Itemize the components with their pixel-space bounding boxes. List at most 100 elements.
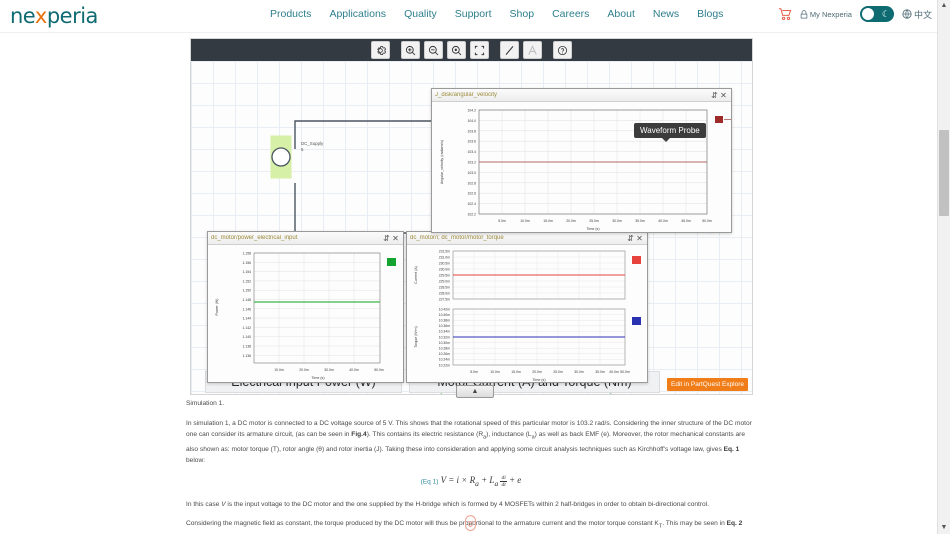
settings-gear-icon[interactable]: [371, 41, 390, 59]
help-icon[interactable]: [553, 41, 572, 59]
svg-text:1.146: 1.146: [243, 307, 252, 311]
zoom-in-icon[interactable]: [401, 41, 420, 59]
globe-icon: [902, 9, 912, 19]
scroll-up-arrow[interactable]: ▲: [940, 2, 948, 10]
dark-mode-toggle[interactable]: ☾: [859, 6, 894, 22]
logo-accent-x: x: [34, 4, 47, 28]
svg-text:10.38m: 10.38m: [439, 319, 450, 323]
nav-item-about[interactable]: About: [607, 8, 634, 20]
simulator-toolbar: [191, 39, 752, 61]
svg-text:30.0m: 30.0m: [324, 368, 334, 372]
chart-body-current-torque: 231.5m 231.0m 230.5m 230.0m 229.5m 229.0…: [407, 245, 647, 383]
svg-text:104.0: 104.0: [468, 119, 477, 123]
svg-text:10.42m: 10.42m: [439, 307, 450, 311]
svg-text:Time (s): Time (s): [586, 227, 599, 231]
close-icon[interactable]: ✕: [391, 234, 400, 243]
fit-to-screen-icon[interactable]: [470, 41, 489, 59]
svg-text:50.0m: 50.0m: [374, 368, 384, 372]
chart-plot-current-torque: 231.5m 231.0m 230.5m 230.0m 229.5m 229.0…: [414, 249, 641, 382]
scrollbar-thumb[interactable]: [939, 130, 949, 216]
article-heading: Simulation 1.: [186, 400, 225, 407]
svg-text:10.40m: 10.40m: [439, 313, 450, 317]
nav-item-shop[interactable]: Shop: [510, 8, 535, 20]
svg-text:103.4: 103.4: [468, 150, 477, 154]
nav-item-products[interactable]: Products: [270, 8, 311, 20]
zoom-reset-icon[interactable]: [447, 41, 466, 59]
browser-scrollbar[interactable]: ▲ ▼: [937, 0, 950, 534]
nexperia-logo[interactable]: nexperia: [10, 4, 98, 28]
annotation-text-icon[interactable]: [523, 41, 542, 59]
nav-item-quality[interactable]: Quality: [404, 8, 437, 20]
svg-text:230.5m: 230.5m: [439, 261, 450, 265]
nav-item-blogs[interactable]: Blogs: [697, 8, 723, 20]
language-selector[interactable]: 中文: [902, 8, 932, 21]
svg-text:Time (s): Time (s): [311, 376, 324, 380]
equation-1-body: V = i × Ra + La di dt + e: [440, 474, 522, 489]
pin-icon[interactable]: ⇵: [382, 234, 391, 243]
svg-text:104.2: 104.2: [468, 109, 477, 113]
svg-text:1.156: 1.156: [243, 261, 252, 265]
nav-item-news[interactable]: News: [653, 8, 679, 20]
close-icon[interactable]: ✕: [719, 91, 728, 100]
simulator-canvas[interactable]: + − DC_Supply 5 DC_Motor J_disk: [191, 61, 752, 394]
chart-title-angular-velocity: J_disk/angular_velocity: [435, 92, 498, 98]
moon-icon: ☾: [881, 9, 890, 19]
svg-text:40.0m: 40.0m: [658, 219, 668, 223]
legend-swatch-torque: [632, 317, 641, 325]
svg-text:40.0m: 40.0m: [349, 368, 359, 372]
chart-plot-power-input: 1.158 1.156 1.154 1.152 1.150 1.148 1.14…: [215, 252, 396, 380]
nav-item-applications[interactable]: Applications: [329, 8, 386, 20]
chart-window-current-torque[interactable]: dc_motor/i; dc_motor/motor_torque ⇵ ✕ 23…: [406, 231, 648, 383]
chart-window-power-input[interactable]: dc_motor/power_electrical_input ⇵ ✕ 1.15…: [207, 231, 404, 383]
svg-text:30.0m: 30.0m: [574, 370, 584, 374]
equation-1: (Eq 1) V = i × Ra + La di dt + e: [186, 475, 756, 490]
edit-in-partquest-button[interactable]: Edit in PartQuest Explore: [667, 378, 748, 391]
zoom-out-icon[interactable]: [424, 41, 443, 59]
svg-text:50.0m: 50.0m: [702, 219, 712, 223]
svg-text:103.6: 103.6: [468, 140, 477, 144]
chart-window-angular-velocity[interactable]: J_disk/angular_velocity ⇵ ✕ 104.2 104.0 …: [431, 88, 732, 233]
main-navigation: Products Applications Quality Support Sh…: [270, 8, 723, 20]
article-body: Simulation 1. In simulation 1, a DC moto…: [186, 398, 756, 534]
cart-icon[interactable]: [778, 7, 792, 21]
my-nexperia-link[interactable]: My Nexperia: [800, 10, 852, 19]
canvas-scroll-handle[interactable]: ▲: [456, 385, 494, 398]
scroll-down-arrow[interactable]: ▼: [940, 524, 948, 532]
svg-text:Torque (N*m): Torque (N*m): [414, 326, 418, 347]
article-paragraph-1: In simulation 1, a DC motor is connected…: [186, 419, 752, 465]
chart-title-current-torque: dc_motor/i; dc_motor/motor_torque: [410, 235, 504, 241]
pin-icon[interactable]: ⇵: [710, 91, 719, 100]
site-header: nexperia Products Applications Quality S…: [0, 0, 950, 33]
close-icon[interactable]: ✕: [635, 234, 644, 243]
svg-text:102.4: 102.4: [468, 202, 477, 206]
svg-text:1.150: 1.150: [243, 289, 252, 293]
page-root: nexperia Products Applications Quality S…: [0, 0, 950, 534]
legend-swatch-power-input: [387, 258, 396, 266]
svg-text:25.0m: 25.0m: [553, 370, 563, 374]
chart-title-power-input: dc_motor/power_electrical_input: [211, 235, 298, 241]
language-label: 中文: [913, 9, 932, 20]
chart-window-titlebar[interactable]: J_disk/angular_velocity ⇵ ✕: [432, 89, 731, 102]
logo-text-part2: peria: [46, 4, 99, 28]
svg-text:1.138: 1.138: [243, 345, 252, 349]
nav-item-careers[interactable]: Careers: [552, 8, 589, 20]
pin-icon[interactable]: ⇵: [626, 234, 635, 243]
svg-text:229.0m: 229.0m: [439, 279, 450, 283]
probe-tool-icon[interactable]: [500, 41, 519, 59]
svg-text:1.136: 1.136: [243, 354, 252, 358]
svg-text:15.0m: 15.0m: [543, 219, 553, 223]
eq-ref-1: Eq. 1: [723, 445, 740, 453]
svg-text:230.0m: 230.0m: [439, 267, 450, 271]
svg-text:10.0m: 10.0m: [274, 368, 284, 372]
nav-item-support[interactable]: Support: [455, 8, 492, 20]
svg-text:50.0m: 50.0m: [620, 370, 630, 374]
schematic-supply-label: DC_Supply: [301, 141, 324, 146]
svg-text:229.5m: 229.5m: [439, 273, 450, 277]
svg-text:228.0m: 228.0m: [439, 291, 450, 295]
svg-text:5.0m: 5.0m: [498, 219, 506, 223]
svg-text:103.8: 103.8: [468, 129, 477, 133]
svg-text:20.0m: 20.0m: [566, 219, 576, 223]
svg-text:10.0m: 10.0m: [520, 219, 530, 223]
article-paragraph-2: In this case V is the input voltage to t…: [186, 500, 710, 508]
chart-window-titlebar[interactable]: dc_motor/power_electrical_input ⇵ ✕: [208, 232, 403, 245]
